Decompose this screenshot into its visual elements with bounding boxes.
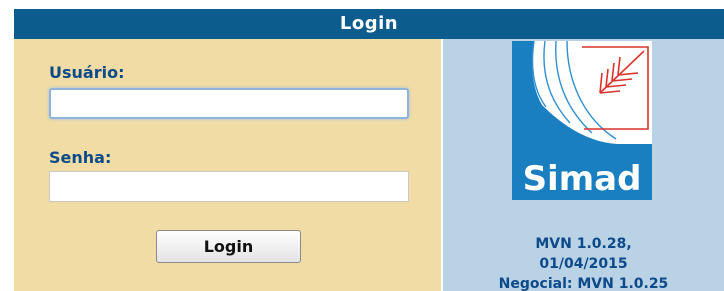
version-line-2: 01/04/2015 bbox=[539, 256, 628, 272]
version-info: MVN 1.0.28, 01/04/2015 Negocial: MVN 1.0… bbox=[443, 234, 724, 291]
login-header-title: Login bbox=[14, 9, 724, 39]
logo-wordmark: Simad bbox=[523, 159, 642, 199]
username-input[interactable] bbox=[49, 88, 409, 119]
password-label: Senha: bbox=[49, 148, 112, 167]
username-label: Usuário: bbox=[49, 63, 125, 82]
password-input[interactable] bbox=[49, 171, 409, 202]
brand-panel: Simad MVN 1.0.28, 01/04/2015 Negocial: M… bbox=[443, 39, 724, 291]
login-form: Usuário: Senha: Login bbox=[14, 39, 443, 291]
simad-logo: Simad bbox=[512, 41, 652, 200]
login-panel: Login Usuário: Senha: Login Simad MVN 1.… bbox=[14, 9, 724, 291]
login-button[interactable]: Login bbox=[156, 230, 301, 263]
version-line-1: MVN 1.0.28, bbox=[535, 236, 632, 252]
version-line-3: Negocial: MVN 1.0.25 bbox=[498, 276, 669, 291]
